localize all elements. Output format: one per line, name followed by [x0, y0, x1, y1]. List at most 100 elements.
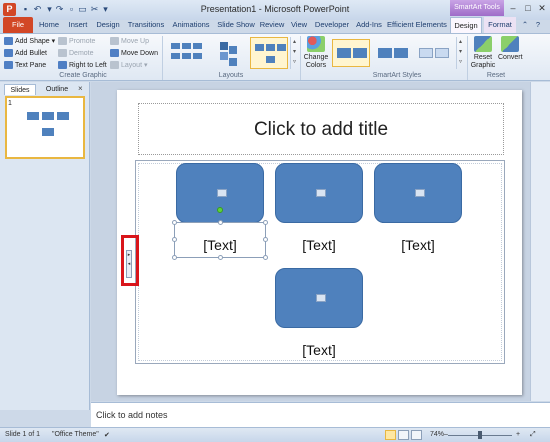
right-to-left-button[interactable]: Right to Left [58, 60, 107, 71]
slide-number: 1 [8, 100, 12, 107]
picture-placeholder-icon[interactable] [415, 189, 425, 197]
smartart-style-3[interactable] [414, 39, 452, 67]
slide-sorter-view-icon[interactable] [398, 430, 409, 440]
promote-button[interactable]: Promote [58, 36, 95, 47]
tab-design[interactable]: Design [94, 17, 122, 33]
tab-outline[interactable]: Outline [40, 84, 74, 95]
undo-icon[interactable]: ↶ [32, 4, 43, 15]
tab-view[interactable]: View [288, 17, 310, 33]
powerpoint-app-icon[interactable]: P [3, 3, 16, 16]
tab-review[interactable]: Review [259, 17, 285, 33]
layout-icon [110, 61, 119, 70]
picture-placeholder-icon[interactable] [217, 189, 227, 197]
layout-option-2[interactable] [208, 37, 246, 69]
customize-qat-icon[interactable]: ▾ [100, 4, 111, 15]
tab-home[interactable]: Home [36, 17, 62, 33]
redo-icon[interactable]: ↷ [54, 4, 65, 15]
zoom-level[interactable]: 74% [430, 431, 444, 438]
right-to-left-icon [58, 61, 67, 70]
ribbon: Add Shape ▾ Add Bullet Text Pane Promote… [0, 33, 550, 81]
resize-handle[interactable] [263, 255, 268, 260]
smartart-shape-4[interactable] [275, 268, 363, 328]
resize-handle[interactable] [172, 255, 177, 260]
spell-check-icon[interactable]: ✔ [104, 431, 110, 439]
text-pane-icon [4, 61, 13, 70]
resize-handle[interactable] [218, 220, 223, 225]
group-separator [162, 36, 163, 80]
smartart-text-3[interactable]: [Text] [371, 236, 465, 254]
title-placeholder[interactable]: Click to add title [138, 103, 504, 155]
smartart-style-2[interactable] [373, 39, 411, 67]
smartart-text-4[interactable]: [Text] [272, 341, 366, 359]
move-up-button[interactable]: Move Up [110, 36, 149, 47]
help-icon[interactable]: ? [532, 17, 544, 33]
maximize-button[interactable]: □ [521, 2, 535, 14]
resize-handle[interactable] [218, 255, 223, 260]
picture-placeholder-icon[interactable] [316, 294, 326, 302]
tab-insert[interactable]: Insert [65, 17, 91, 33]
theme-name[interactable]: "Office Theme" [52, 431, 99, 438]
change-colors-button[interactable]: Change Colors [303, 36, 329, 70]
reset-graphic-icon [474, 36, 492, 52]
new-icon[interactable]: ▫ [66, 4, 77, 15]
zoom-slider-thumb[interactable] [478, 431, 482, 439]
minimize-button[interactable]: – [506, 2, 520, 14]
zoom-in-icon[interactable]: + [516, 431, 520, 438]
tab-developer[interactable]: Developer [313, 17, 351, 33]
tab-slides[interactable]: Slides [4, 84, 36, 95]
add-bullet-button[interactable]: Add Bullet [4, 48, 47, 59]
save-icon[interactable]: ▪ [20, 4, 31, 15]
normal-view-icon[interactable] [385, 430, 396, 440]
group-label-smartart-styles: SmartArt Styles [372, 72, 422, 79]
smartart-text-1[interactable]: [Text] [173, 236, 267, 254]
group-label-layouts: Layouts [218, 72, 244, 79]
minimize-ribbon-icon[interactable]: ⌃ [520, 17, 530, 33]
group-label-reset: Reset [486, 72, 506, 79]
smartart-style-1-selected[interactable] [332, 39, 370, 67]
smartart-shape-2[interactable] [275, 163, 363, 223]
tab-smartart-format[interactable]: Format [484, 17, 516, 33]
pane-close-icon[interactable]: × [78, 84, 83, 93]
move-down-button[interactable]: Move Down [110, 48, 158, 59]
move-up-icon [110, 37, 119, 46]
slides-pane: Slides Outline × 1 [0, 82, 90, 410]
add-bullet-icon [4, 49, 13, 58]
smartart-shape-3[interactable] [374, 163, 462, 223]
convert-icon [501, 36, 519, 52]
tab-file[interactable]: File [3, 17, 33, 33]
move-down-icon [110, 49, 119, 58]
picture-placeholder-icon[interactable] [316, 189, 326, 197]
smartart-tools-label: SmartArt Tools [450, 0, 504, 16]
tab-animations[interactable]: Animations [170, 17, 212, 33]
layout-button[interactable]: Layout ▾ [110, 60, 148, 71]
tab-transitions[interactable]: Transitions [125, 17, 167, 33]
layout-option-1[interactable] [166, 37, 204, 69]
demote-button[interactable]: Demote [58, 48, 94, 59]
notes-pane[interactable]: Click to add notes [91, 402, 550, 427]
smartart-text-2[interactable]: [Text] [272, 236, 366, 254]
text-pane-button[interactable]: Text Pane [4, 60, 46, 71]
layout-option-3-selected[interactable] [250, 37, 288, 69]
tab-slide-show[interactable]: Slide Show [215, 17, 257, 33]
add-shape-button[interactable]: Add Shape ▾ [4, 36, 55, 47]
styles-gallery-scroll[interactable]: ▴ ▾ ▿ [456, 37, 464, 69]
rotation-handle[interactable] [217, 207, 223, 213]
resize-handle[interactable] [263, 220, 268, 225]
resize-handle[interactable] [172, 220, 177, 225]
tab-smartart-design[interactable]: Design [450, 17, 482, 33]
slide-thumbnail-1[interactable] [5, 96, 85, 159]
smartart-shape-1[interactable] [176, 163, 264, 223]
group-label-create-graphic: Create Graphic [59, 72, 107, 79]
cut-icon[interactable]: ✂ [89, 4, 100, 15]
reset-graphic-button[interactable]: Reset Graphic [470, 36, 496, 70]
tab-add-ins[interactable]: Add-Ins [354, 17, 384, 33]
open-icon[interactable]: ▭ [77, 4, 88, 15]
vertical-scrollbar[interactable] [530, 82, 550, 401]
reading-view-icon[interactable] [411, 430, 422, 440]
tab-efficient-elements[interactable]: Efficient Elements [387, 17, 447, 33]
fit-slide-icon[interactable]: ⤢ [530, 431, 536, 439]
convert-button[interactable]: Convert [498, 36, 523, 62]
promote-icon [58, 37, 67, 46]
close-button[interactable]: ✕ [535, 2, 549, 14]
layouts-gallery-scroll[interactable]: ▴ ▾ ▿ [290, 37, 298, 69]
